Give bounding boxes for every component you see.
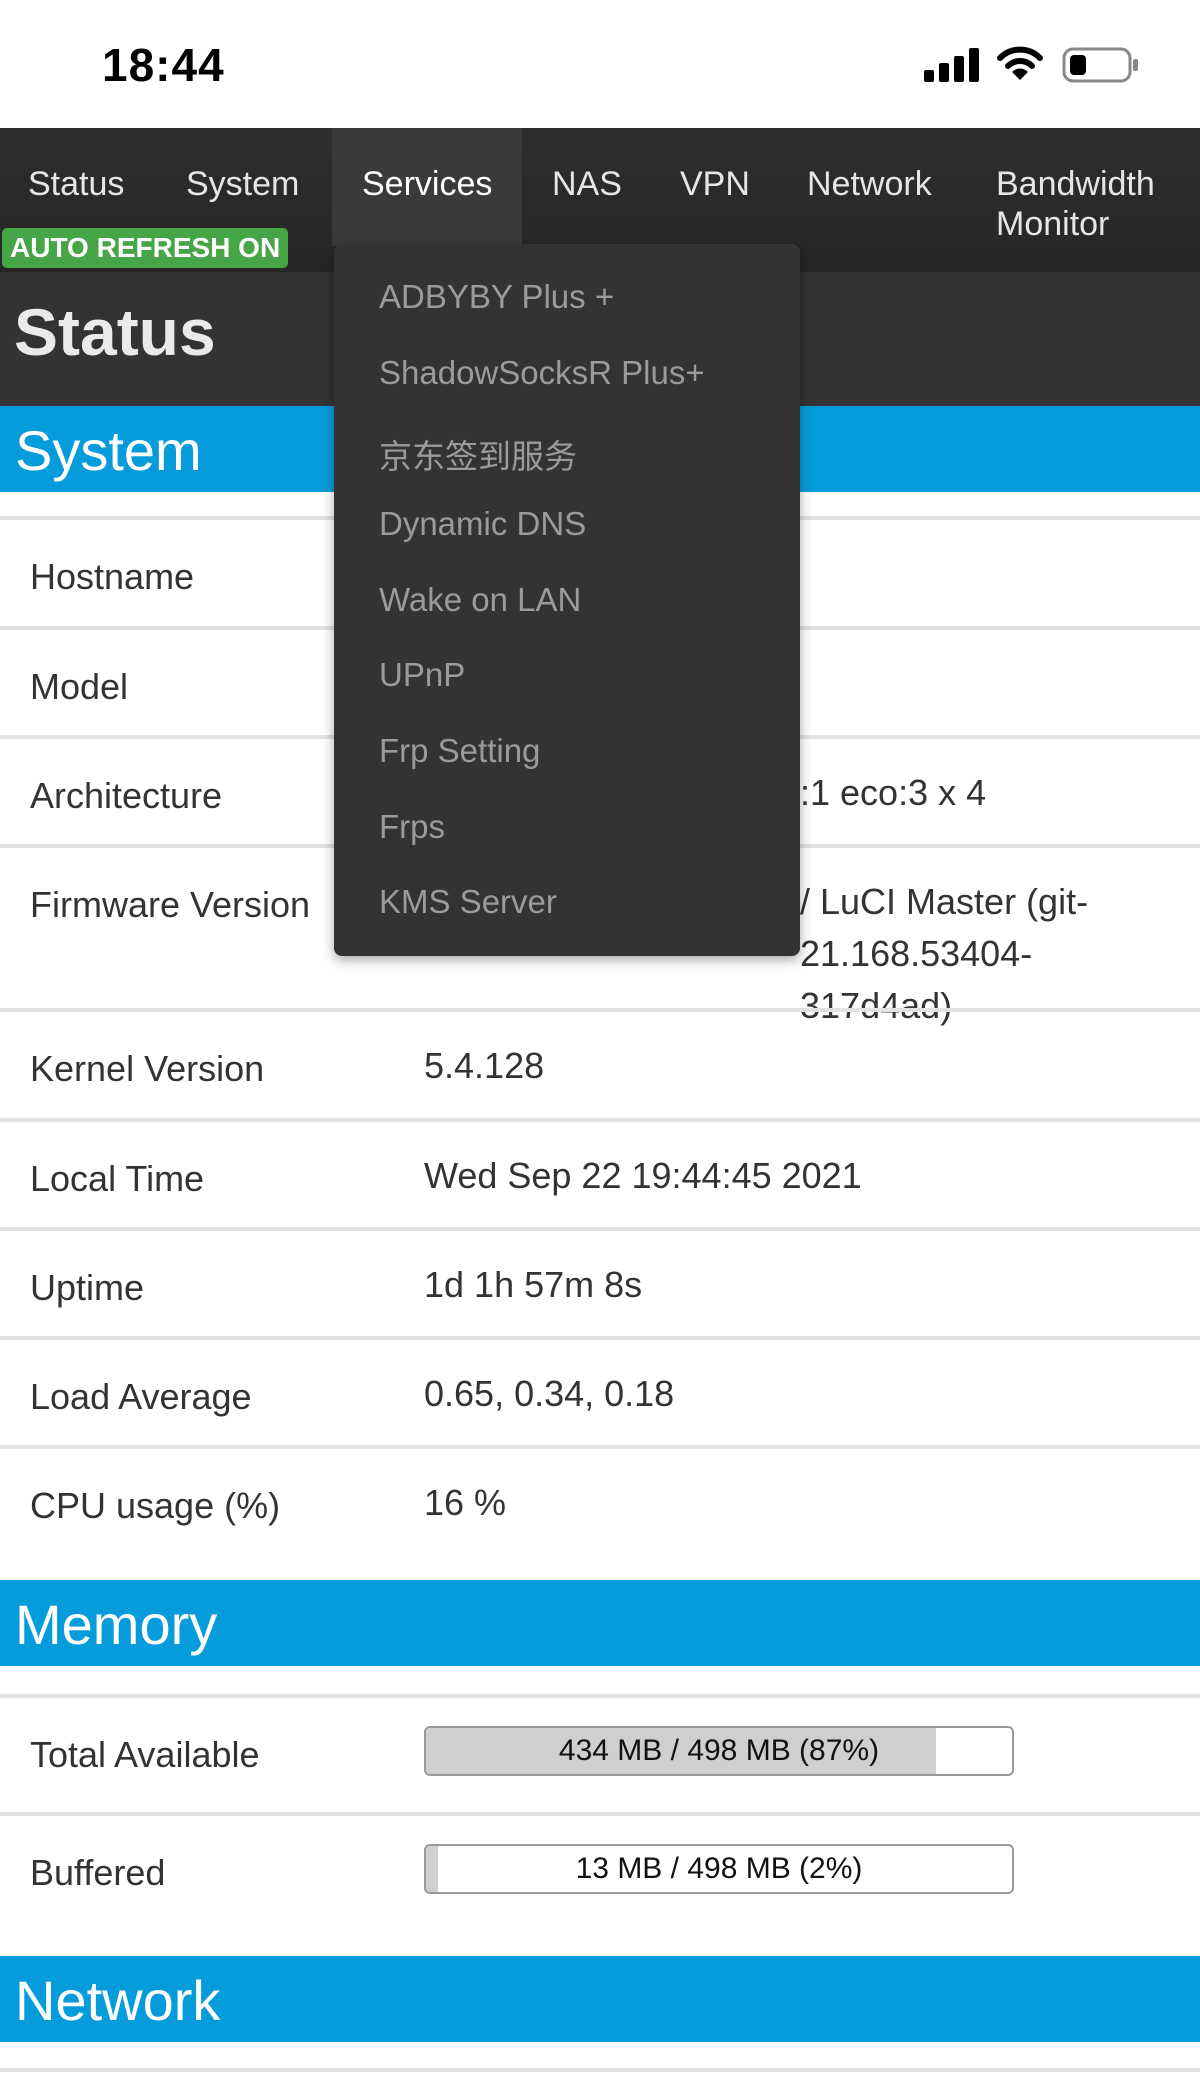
row-label: Architecture (30, 775, 223, 816)
progress-text: 434 MB / 498 MB (87%) (558, 1734, 880, 1767)
row-label: Local Time (30, 1158, 205, 1199)
wifi-icon (997, 46, 1043, 80)
battery-icon (1062, 47, 1138, 83)
menu-item-upnp[interactable]: UPnP (379, 656, 465, 694)
menu-item-wake-on-lan[interactable]: Wake on LAN (379, 581, 581, 619)
row-label: CPU usage (%) (30, 1485, 281, 1526)
page-title: Status (14, 295, 216, 369)
row-value: 16 % (424, 1482, 507, 1523)
table-row: Uptime 1d 1h 57m 8s (0, 1227, 1200, 1339)
row-label: Uptime (30, 1267, 145, 1308)
row-value: :1 eco:3 x 4 (800, 772, 987, 813)
nav-nas[interactable]: NAS (552, 128, 622, 246)
row-label: Load Average (30, 1376, 252, 1417)
nav-vpn[interactable]: VPN (680, 128, 750, 246)
system-heading: System (15, 419, 202, 482)
menu-item-shadowsocksr-plus[interactable]: ShadowSocksR Plus+ (379, 354, 705, 392)
memory-buffered-progress: 13 MB / 498 MB (2%) (424, 1844, 1014, 1894)
signal-icon (924, 48, 979, 82)
menu-item-adbyby-plus[interactable]: ADBYBY Plus + (379, 278, 614, 316)
table-row: Total Available 434 MB / 498 MB (87%) (0, 1694, 1200, 1812)
progress-text: 13 MB / 498 MB (2%) (575, 1852, 863, 1885)
table-row: Local Time Wed Sep 22 19:44:45 2021 (0, 1118, 1200, 1230)
network-heading: Network (15, 1969, 221, 2032)
table-row: Load Average 0.65, 0.34, 0.18 (0, 1336, 1200, 1448)
nav-bandwidth-monitor[interactable]: Bandwidth Monitor (996, 128, 1186, 246)
row-label: Kernel Version (30, 1048, 265, 1089)
menu-item-frps[interactable]: Frps (379, 808, 445, 846)
menu-item-jd-sign-in-service[interactable]: 京东签到服务 (379, 430, 577, 478)
memory-total-progress: 434 MB / 498 MB (87%) (424, 1726, 1014, 1776)
row-label: Model (30, 666, 129, 707)
clock: 18:44 (102, 39, 225, 91)
row-label: Buffered (30, 1852, 166, 1893)
nav-network[interactable]: Network (807, 128, 932, 246)
row-value: 5.4.128 (424, 1045, 545, 1086)
table-row: Kernel Version 5.4.128 (0, 1008, 1200, 1120)
network-section-header: Network (0, 1956, 1200, 2042)
table-row (0, 2068, 1200, 2085)
table-row: Buffered 13 MB / 498 MB (2%) (0, 1812, 1200, 1962)
menu-item-frp-setting[interactable]: Frp Setting (379, 732, 540, 770)
nav-services[interactable]: Services (332, 128, 522, 246)
row-value: Wed Sep 22 19:44:45 2021 (424, 1155, 862, 1196)
table-row: CPU usage (%) 16 % (0, 1445, 1200, 1580)
menu-item-dynamic-dns[interactable]: Dynamic DNS (379, 505, 586, 543)
row-label: Hostname (30, 556, 195, 597)
row-value: 0.65, 0.34, 0.18 (424, 1373, 675, 1414)
row-label: Total Available (30, 1734, 260, 1775)
row-value: 1d 1h 57m 8s (424, 1264, 643, 1305)
menu-item-kms-server[interactable]: KMS Server (379, 883, 557, 921)
ios-status-bar: 18:44 (0, 0, 1200, 128)
memory-section-header: Memory (0, 1580, 1200, 1666)
auto-refresh-badge[interactable]: AUTO REFRESH ON (2, 228, 289, 268)
memory-heading: Memory (15, 1593, 218, 1656)
services-dropdown-menu: ADBYBY Plus + ShadowSocksR Plus+ 京东签到服务 … (334, 244, 800, 956)
row-label: Firmware Version (30, 884, 311, 925)
